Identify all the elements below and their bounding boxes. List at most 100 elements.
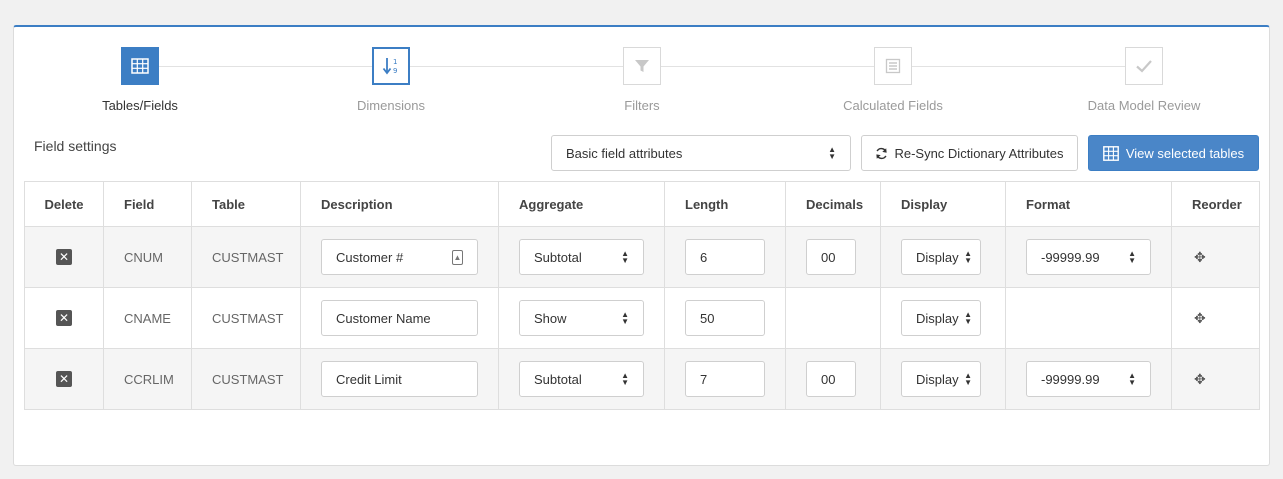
wizard-step-label: Dimensions <box>357 98 425 113</box>
select-caret-icon: ▲ ▼ <box>964 371 972 387</box>
column-header-length: Length <box>664 181 786 227</box>
decimals-value: 00 <box>821 249 836 265</box>
display-value: Display <box>916 310 959 326</box>
length-cell: 7 <box>664 348 786 410</box>
description-input[interactable]: Credit Limit <box>321 361 478 397</box>
format-cell: -99999.99 ▲ ▼ <box>1005 348 1172 410</box>
delete-row-icon[interactable]: ✕ <box>56 371 72 387</box>
table-cell: CUSTMAST <box>191 226 301 288</box>
view-selected-tables-button[interactable]: View selected tables <box>1088 135 1259 171</box>
filter-icon <box>623 47 661 85</box>
sort-numeric-icon: 1 9 <box>372 47 410 85</box>
field-cell: CNAME <box>103 287 192 349</box>
aggregate-select[interactable]: Show ▲ ▼ <box>519 300 644 336</box>
decimals-cell: 00 <box>785 226 881 288</box>
aggregate-cell: Subtotal ▲ ▼ <box>498 226 665 288</box>
display-cell: Display ▲ ▼ <box>880 226 1006 288</box>
column-header-field: Field <box>103 181 192 227</box>
move-handle-icon[interactable]: ✥ <box>1192 371 1206 387</box>
display-select[interactable]: Display ▲ ▼ <box>901 300 981 336</box>
wizard-step-label: Tables/Fields <box>102 98 178 113</box>
select-caret-icon: ▲ ▼ <box>964 249 972 265</box>
field-attributes-select-value: Basic field attributes <box>566 145 683 161</box>
refresh-icon <box>876 147 888 159</box>
field-info-icon[interactable]: ▲ <box>452 249 463 265</box>
delete-row-icon[interactable]: ✕ <box>56 310 72 326</box>
wizard-step-dimensions[interactable]: 1 9 Dimensions <box>281 47 501 113</box>
column-header-format: Format <box>1005 181 1172 227</box>
wizard-step-data-model-review[interactable]: Data Model Review <box>1034 47 1254 113</box>
checkmark-icon <box>1125 47 1163 85</box>
select-caret-icon: ▲ ▼ <box>621 310 629 326</box>
column-header-reorder: Reorder <box>1171 181 1260 227</box>
reorder-cell: ✥ <box>1171 348 1260 410</box>
field-cell: CCRLIM <box>103 348 192 410</box>
length-input[interactable]: 50 <box>685 300 765 336</box>
display-value: Display <box>916 249 959 265</box>
decimals-input[interactable]: 00 <box>806 239 856 275</box>
svg-text:9: 9 <box>393 67 397 75</box>
length-value: 50 <box>700 310 715 326</box>
length-input[interactable]: 6 <box>685 239 765 275</box>
column-header-delete: Delete <box>24 181 104 227</box>
table-cell: CUSTMAST <box>191 287 301 349</box>
display-cell: Display ▲ ▼ <box>880 348 1006 410</box>
column-header-decimals: Decimals <box>785 181 881 227</box>
field-cell: CNUM <box>103 226 192 288</box>
resync-dictionary-button[interactable]: Re-Sync Dictionary Attributes <box>861 135 1078 171</box>
delete-cell: ✕ <box>24 226 104 288</box>
delete-cell: ✕ <box>24 287 104 349</box>
view-tables-button-label: View selected tables <box>1125 145 1245 161</box>
move-handle-icon[interactable]: ✥ <box>1192 310 1206 326</box>
section-title: Field settings <box>34 138 117 154</box>
table-cell: CUSTMAST <box>191 348 301 410</box>
select-caret-icon: ▲ ▼ <box>828 145 836 161</box>
length-input[interactable]: 7 <box>685 361 765 397</box>
reorder-cell: ✥ <box>1171 226 1260 288</box>
column-header-table: Table <box>191 181 301 227</box>
display-select[interactable]: Display ▲ ▼ <box>901 239 981 275</box>
description-input[interactable]: Customer # ▲ <box>321 239 478 275</box>
select-caret-icon: ▲ ▼ <box>621 371 629 387</box>
aggregate-select[interactable]: Subtotal ▲ ▼ <box>519 361 644 397</box>
aggregate-select[interactable]: Subtotal ▲ ▼ <box>519 239 644 275</box>
wizard-step-tables-fields[interactable]: Tables/Fields <box>30 47 250 113</box>
wizard-step-calculated-fields[interactable]: Calculated Fields <box>783 47 1003 113</box>
select-caret-icon: ▲ ▼ <box>1128 371 1136 387</box>
aggregate-value: Subtotal <box>534 371 582 387</box>
length-value: 7 <box>700 371 708 387</box>
move-handle-icon[interactable]: ✥ <box>1192 249 1206 265</box>
table-row: ✕ CNAME CUSTMAST Customer Name Show ▲▼ <box>24 287 1260 349</box>
decimals-value: 00 <box>821 371 836 387</box>
format-select[interactable]: -99999.99 ▲ ▼ <box>1026 361 1151 397</box>
display-cell: Display ▲ ▼ <box>880 287 1006 349</box>
display-select[interactable]: Display ▲ ▼ <box>901 361 981 397</box>
description-cell: Credit Limit <box>300 348 499 410</box>
table-row: ✕ CNUM CUSTMAST Customer # ▲ Subtotal ▲ ▼ <box>24 226 1260 288</box>
resync-button-label: Re-Sync Dictionary Attributes <box>894 145 1064 161</box>
decimals-cell <box>785 287 881 349</box>
column-header-display: Display <box>880 181 1006 227</box>
description-input[interactable]: Customer Name <box>321 300 478 336</box>
delete-row-icon[interactable]: ✕ <box>56 249 72 265</box>
delete-cell: ✕ <box>24 348 104 410</box>
length-value: 6 <box>700 249 708 265</box>
format-value: -99999.99 <box>1041 249 1100 265</box>
field-attributes-select[interactable]: Basic field attributes ▲ ▼ <box>551 135 851 171</box>
column-header-description: Description <box>300 181 499 227</box>
description-value: Customer # <box>336 249 404 265</box>
wizard-step-label: Filters <box>624 98 660 113</box>
format-select[interactable]: -99999.99 ▲ ▼ <box>1026 239 1151 275</box>
aggregate-cell: Show ▲ ▼ <box>498 287 665 349</box>
decimals-cell: 00 <box>785 348 881 410</box>
description-cell: Customer # ▲ <box>300 226 499 288</box>
table-grid-icon <box>1102 145 1119 161</box>
select-caret-icon: ▲ ▼ <box>1128 249 1136 265</box>
wizard-step-filters[interactable]: Filters <box>532 47 752 113</box>
format-cell: -99999.99 ▲ ▼ <box>1005 226 1172 288</box>
table-row: ✕ CCRLIM CUSTMAST Credit Limit Subtotal … <box>24 348 1260 410</box>
description-value: Customer Name <box>336 310 431 326</box>
table-grid-icon <box>121 47 159 85</box>
list-icon <box>874 47 912 85</box>
decimals-input[interactable]: 00 <box>806 361 856 397</box>
